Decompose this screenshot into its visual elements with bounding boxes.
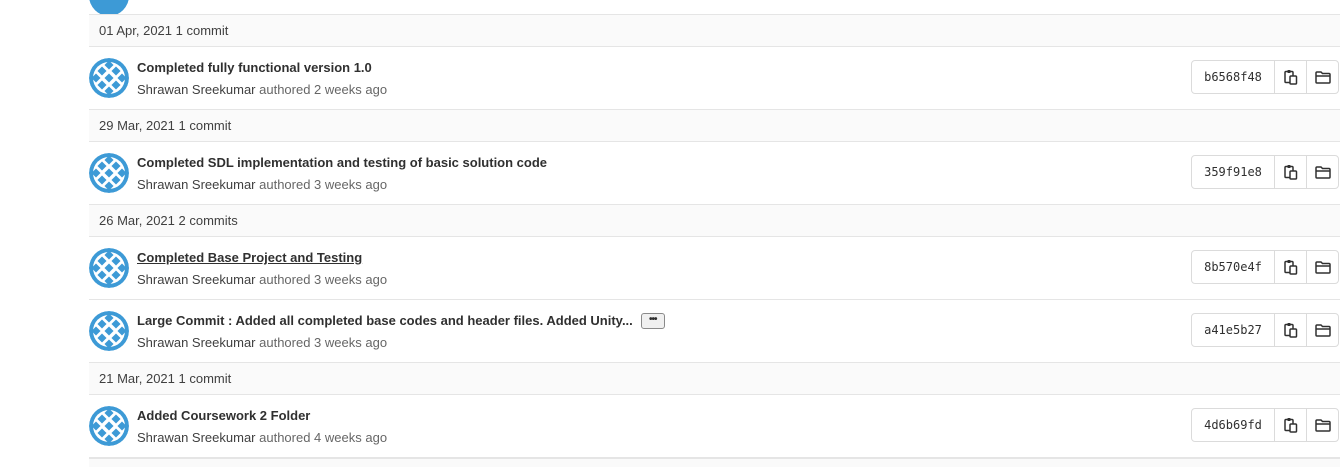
- author-link[interactable]: Shrawan Sreekumar: [137, 335, 256, 350]
- author-link[interactable]: Shrawan Sreekumar: [137, 82, 256, 97]
- day-header: 01 Apr, 2021 1 commit: [89, 15, 1340, 47]
- browse-files-button[interactable]: [1307, 61, 1338, 93]
- copy-sha-button[interactable]: [1275, 251, 1307, 283]
- commit-title-link[interactable]: Large Commit : Added all completed base …: [137, 313, 633, 328]
- commit-actions: a41e5b27: [1191, 313, 1339, 347]
- commit-sha-button[interactable]: b6568f48: [1192, 61, 1275, 93]
- commit-sha-button[interactable]: 4d6b69fd: [1192, 409, 1275, 441]
- commit-sha-button[interactable]: 8b570e4f: [1192, 251, 1275, 283]
- commit-title-link[interactable]: Added Coursework 2 Folder: [137, 408, 310, 423]
- commit-meta: Shrawan Sreekumar authored 3 weeks ago: [137, 335, 387, 350]
- folder-icon: [1314, 260, 1331, 274]
- identicon-avatar[interactable]: [89, 248, 129, 288]
- commit-row: Large Commit : Added all completed base …: [89, 300, 1340, 363]
- author-link[interactable]: Shrawan Sreekumar: [137, 430, 256, 445]
- clipboard-icon: [1283, 70, 1297, 85]
- commit-title-link[interactable]: Completed Base Project and Testing: [137, 250, 362, 265]
- browse-files-button[interactable]: [1307, 314, 1338, 346]
- folder-icon: [1314, 323, 1331, 337]
- commit-row: Completed fully functional version 1.0 S…: [89, 47, 1340, 110]
- next-day-header-partial: [89, 458, 1340, 467]
- commit-title-link-wrap: Large Commit : Added all completed base …: [137, 312, 665, 330]
- authored-time: authored 3 weeks ago: [259, 177, 388, 192]
- commit-meta: Shrawan Sreekumar authored 4 weeks ago: [137, 430, 387, 445]
- clipboard-icon: [1283, 418, 1297, 433]
- day-header: 26 Mar, 2021 2 commits: [89, 205, 1340, 237]
- authored-time: authored 2 weeks ago: [259, 82, 388, 97]
- commit-actions: b6568f48: [1191, 60, 1339, 94]
- identicon-avatar[interactable]: [89, 406, 129, 446]
- commit-row: Completed SDL implementation and testing…: [89, 142, 1340, 205]
- commit-sha-button[interactable]: 359f91e8: [1192, 156, 1275, 188]
- folder-icon: [1314, 165, 1331, 179]
- identicon-avatar[interactable]: [89, 311, 129, 351]
- commit-meta: Shrawan Sreekumar authored 3 weeks ago: [137, 272, 387, 287]
- folder-icon: [1314, 418, 1331, 432]
- day-header: 21 Mar, 2021 1 commit: [89, 363, 1340, 395]
- browse-files-button[interactable]: [1307, 156, 1338, 188]
- commit-row: Completed Base Project and Testing Shraw…: [89, 237, 1340, 300]
- copy-sha-button[interactable]: [1275, 156, 1307, 188]
- copy-sha-button[interactable]: [1275, 409, 1307, 441]
- copy-sha-button[interactable]: [1275, 314, 1307, 346]
- commit-list: 01 Apr, 2021 1 commit Completed fully fu…: [89, 0, 1340, 467]
- commit-sha-button[interactable]: a41e5b27: [1192, 314, 1275, 346]
- authored-time: authored 4 weeks ago: [259, 430, 388, 445]
- browse-files-button[interactable]: [1307, 409, 1338, 441]
- browse-files-button[interactable]: [1307, 251, 1338, 283]
- day-header: 29 Mar, 2021 1 commit: [89, 110, 1340, 142]
- authored-time: authored 3 weeks ago: [259, 272, 388, 287]
- commit-actions: 8b570e4f: [1191, 250, 1339, 284]
- commit-actions: 4d6b69fd: [1191, 408, 1339, 442]
- commit-actions: 359f91e8: [1191, 155, 1339, 189]
- avatar[interactable]: [89, 0, 129, 14]
- identicon-avatar[interactable]: [89, 58, 129, 98]
- author-link[interactable]: Shrawan Sreekumar: [137, 177, 256, 192]
- clipboard-icon: [1283, 165, 1297, 180]
- clipboard-icon: [1283, 323, 1297, 338]
- commit-meta: Shrawan Sreekumar authored 3 weeks ago: [137, 177, 387, 192]
- commit-meta: Shrawan Sreekumar authored 2 weeks ago: [137, 82, 387, 97]
- folder-icon: [1314, 70, 1331, 84]
- commit-row: Added Coursework 2 Folder Shrawan Sreeku…: [89, 395, 1340, 458]
- commit-title-link[interactable]: Completed SDL implementation and testing…: [137, 155, 547, 170]
- identicon-avatar[interactable]: [89, 153, 129, 193]
- previous-commit-row-partial: [89, 0, 1340, 15]
- authored-time: authored 3 weeks ago: [259, 335, 388, 350]
- author-link[interactable]: Shrawan Sreekumar: [137, 272, 256, 287]
- clipboard-icon: [1283, 260, 1297, 275]
- copy-sha-button[interactable]: [1275, 61, 1307, 93]
- expand-description-button[interactable]: •••: [640, 312, 665, 329]
- commit-title-link[interactable]: Completed fully functional version 1.0: [137, 60, 372, 75]
